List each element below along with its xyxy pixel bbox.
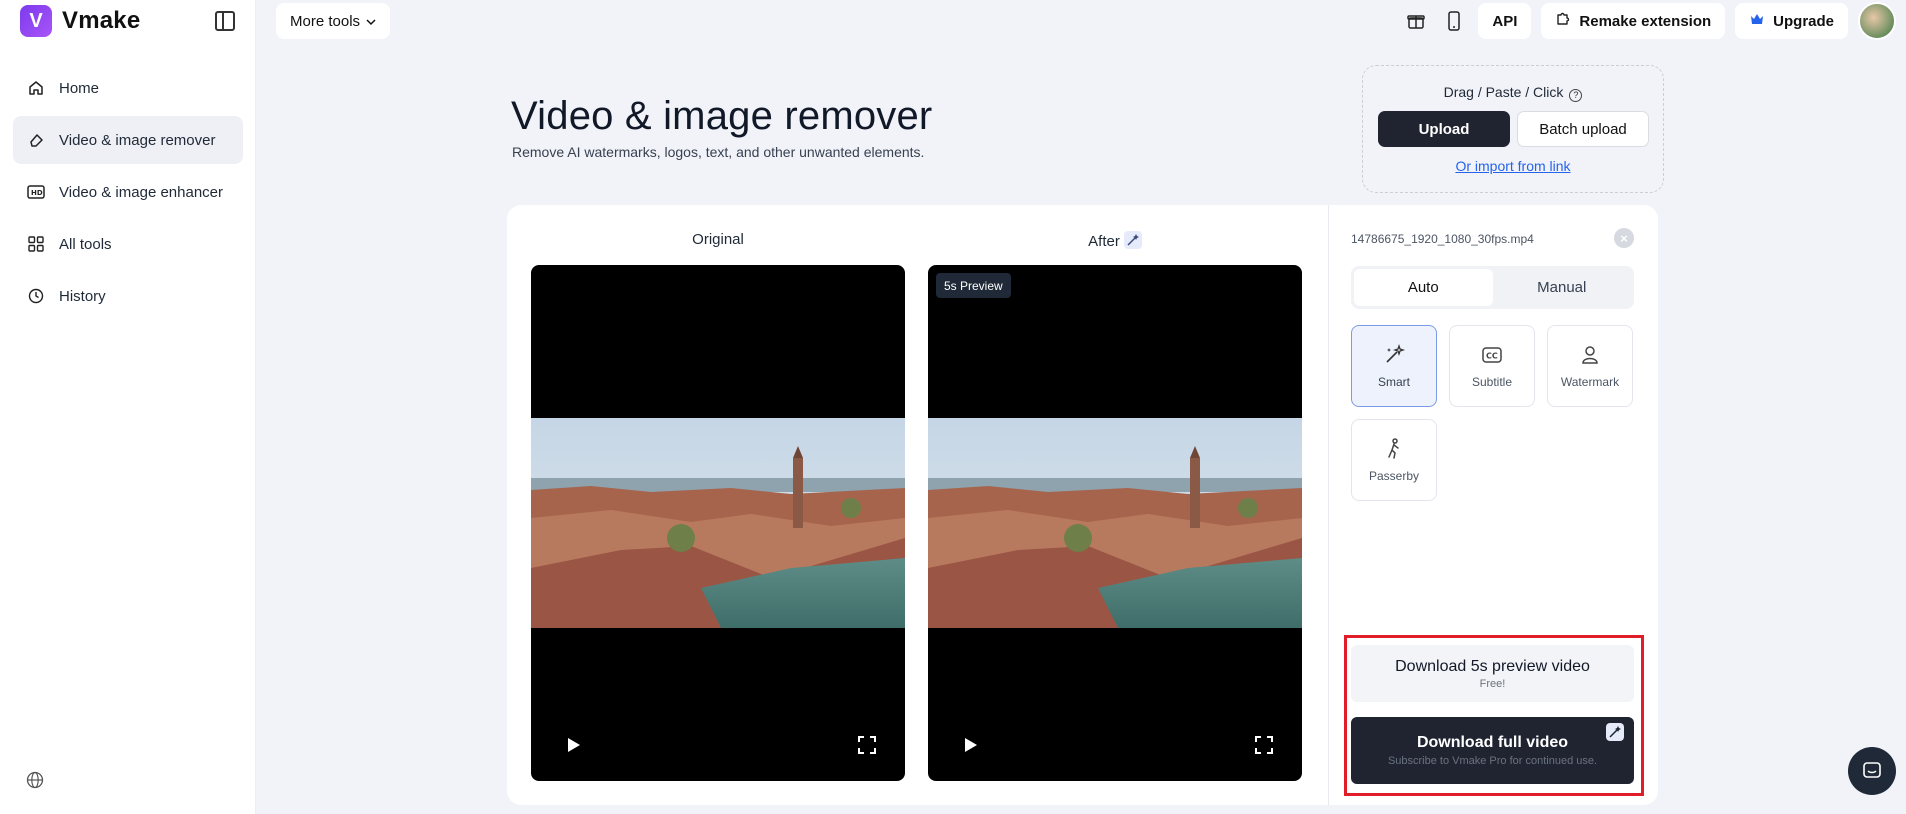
mobile-icon[interactable] [1440,3,1468,39]
sidebar-item-label: Video & image enhancer [59,183,224,201]
chevron-down-icon [366,13,376,30]
sidebar-item-label: History [59,287,106,305]
eraser-icon [27,131,45,149]
upgrade-label: Upgrade [1773,12,1834,30]
crown-icon [1749,11,1765,31]
watermark-icon [1582,346,1598,364]
mode-tabs: Auto Manual [1351,266,1634,309]
sidebar-item-video-image-enhancer[interactable]: HD Video & image enhancer [13,168,243,216]
magic-wand-icon [1386,343,1406,363]
mode-smart[interactable]: Smart [1351,325,1437,407]
sidebar-item-history[interactable]: History [13,272,243,320]
fullscreen-icon[interactable] [1254,735,1274,755]
sidebar-nav: Home Video & image remover HD Video & im… [13,64,243,324]
pro-magic-icon [1606,723,1624,741]
sidebar: V Vmake Home Video & image remover HD Vi… [0,0,256,814]
help-icon[interactable]: ? [1569,89,1583,102]
editor-card: Original After 5s Preview 14786675_1920_… [507,205,1658,805]
after-video[interactable]: 5s Preview [928,265,1302,781]
venice-scene-image [928,418,1302,628]
api-label: API [1492,12,1518,30]
sidebar-toggle-icon[interactable] [215,11,235,31]
download-preview-sub: Free! [1479,677,1506,690]
upload-button[interactable]: Upload [1378,111,1510,147]
cc-icon: CC [1482,347,1502,363]
puzzle-icon [1555,11,1571,31]
fullscreen-icon[interactable] [857,735,877,755]
mode-label: Smart [1377,375,1410,389]
after-label: After [1088,233,1120,250]
panel-divider [1328,205,1329,805]
file-name: 14786675_1920_1080_30fps.mp4 [1351,232,1534,246]
mode-passerby[interactable]: Passerby [1351,419,1437,501]
download-preview-button[interactable]: Download 5s preview video Free! [1351,645,1634,702]
gift-icon[interactable] [1402,3,1430,39]
import-from-link[interactable]: Or import from link [1363,158,1663,174]
vmake-logo: V [20,5,52,37]
download-full-button[interactable]: Download full video Subscribe to Vmake P… [1351,717,1634,784]
magic-wand-icon [1123,231,1142,249]
page-title: Video & image remover [511,94,933,138]
remake-extension-button[interactable]: Remake extension [1541,3,1726,39]
hd-icon: HD [27,183,45,201]
original-label: Original [692,231,744,248]
svg-text:HD: HD [31,189,43,197]
upgrade-button[interactable]: Upgrade [1735,3,1848,39]
download-preview-title: Download 5s preview video [1395,657,1590,675]
mode-label: Subtitle [1471,375,1513,389]
clock-icon [27,287,45,305]
language-globe-icon[interactable] [26,771,44,789]
person-walking-icon [1388,438,1399,459]
more-tools-dropdown[interactable]: More tools [276,3,391,39]
mode-label: Watermark [1560,375,1620,389]
upload-hint: Drag / Paste / Click? [1363,84,1663,102]
remake-extension-label: Remake extension [1579,12,1712,30]
after-label-wrap: After [928,231,1302,250]
sidebar-item-all-tools[interactable]: All tools [13,220,243,268]
tab-manual[interactable]: Manual [1493,269,1632,306]
download-full-sub: Subscribe to Vmake Pro for continued use… [1387,755,1598,767]
svg-text:CC: CC [1486,352,1498,361]
preview-badge: 5s Preview [936,273,1011,298]
play-icon[interactable] [960,735,980,755]
chat-support-icon[interactable] [1848,747,1896,795]
download-full-title: Download full video [1416,734,1569,751]
removal-modes: Smart CC Subtitle Watermark Passerby [1351,325,1634,501]
app-name: Vmake [62,7,141,34]
batch-upload-button[interactable]: Batch upload [1517,111,1649,147]
upload-hint-text: Drag / Paste / Click [1443,84,1564,100]
sidebar-item-video-image-remover[interactable]: Video & image remover [13,116,243,164]
sidebar-item-label: Home [59,79,100,97]
mode-watermark[interactable]: Watermark [1547,325,1633,407]
tab-auto[interactable]: Auto [1354,269,1493,306]
play-icon[interactable] [563,735,583,755]
sidebar-item-label: All tools [59,235,112,253]
sidebar-item-home[interactable]: Home [13,64,243,112]
close-icon[interactable]: × [1614,228,1634,248]
user-avatar[interactable] [1858,2,1896,40]
brand[interactable]: V Vmake [20,5,140,37]
home-icon [27,79,45,97]
venice-scene-image [531,418,905,628]
original-video[interactable] [531,265,905,781]
more-tools-label: More tools [290,12,361,30]
mode-subtitle[interactable]: CC Subtitle [1449,325,1535,407]
api-button[interactable]: API [1478,3,1532,39]
sidebar-item-label: Video & image remover [59,131,216,149]
upload-dropzone[interactable]: Drag / Paste / Click? Upload Batch uploa… [1362,65,1664,193]
mode-label: Passerby [1368,469,1420,483]
topbar-actions: API Remake extension Upgrade [1402,2,1896,40]
grid-icon [27,235,45,253]
page-subtitle: Remove AI watermarks, logos, text, and o… [512,144,925,160]
